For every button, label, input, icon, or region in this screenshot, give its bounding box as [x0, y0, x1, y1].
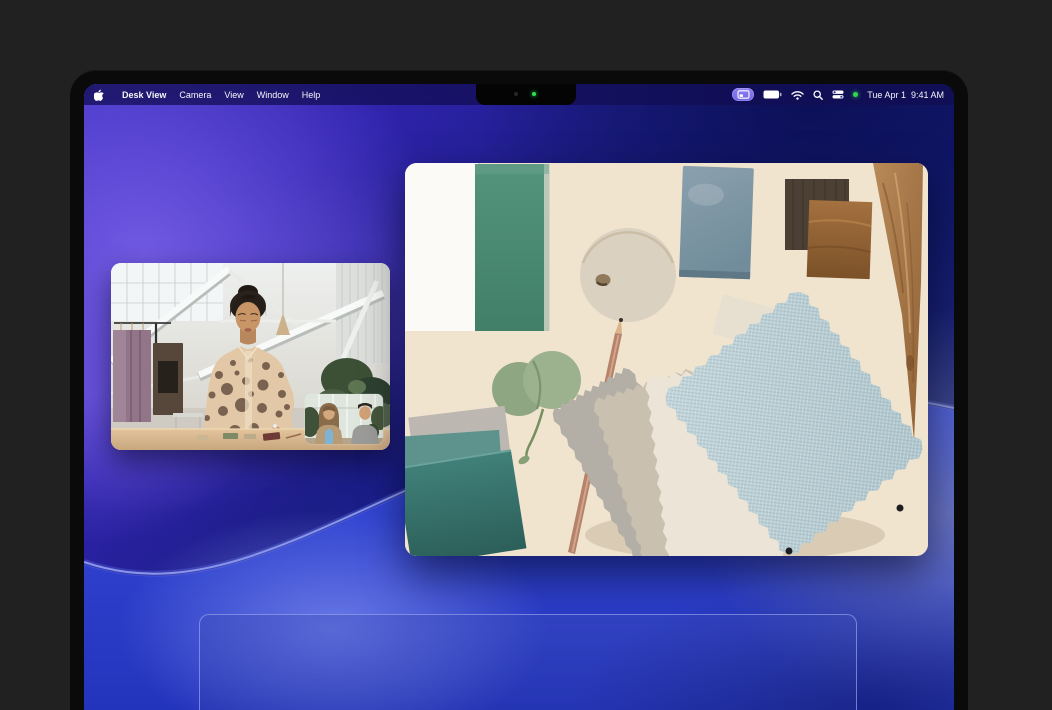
notch-camera-led [532, 92, 536, 96]
menu-app-name[interactable]: Desk View [122, 90, 166, 100]
camera-notch [476, 84, 576, 105]
blue-gray-tile [679, 166, 754, 279]
teal-tile [475, 164, 550, 331]
brown-wood-sample [807, 200, 873, 279]
menu-item-window[interactable]: Window [257, 90, 289, 100]
macbook-display: Desk View Camera View Window Help Tue Ap… [0, 0, 1052, 622]
notch-camera-lens [514, 92, 518, 96]
cabinet [153, 343, 183, 415]
pip-thumbnail[interactable] [300, 394, 389, 444]
desk-view-window[interactable] [405, 163, 928, 556]
display-bezel: Desk View Camera View Window Help Tue Ap… [70, 70, 968, 710]
camera-in-use-dot [853, 92, 858, 97]
apple-menu[interactable] [94, 89, 104, 101]
video-indicator-pill[interactable] [732, 88, 754, 101]
menu-item-view[interactable]: View [224, 90, 243, 100]
felt-disc [580, 228, 676, 322]
menu-item-help[interactable]: Help [302, 90, 321, 100]
battery-icon[interactable] [763, 90, 782, 99]
facetime-video-scene [111, 263, 390, 450]
apple-logo-icon [94, 89, 104, 101]
menu-bar-clock[interactable]: Tue Apr 1 9:41 AM [867, 90, 944, 100]
desk-view-window-icon [737, 90, 750, 99]
white-paper-sample [405, 163, 479, 331]
background-window-edge[interactable] [199, 614, 857, 710]
snap-button [897, 505, 904, 512]
menu-item-camera[interactable]: Camera [179, 90, 211, 100]
spotlight-search-icon[interactable] [813, 90, 823, 100]
facetime-window[interactable] [111, 263, 390, 450]
clock-date: Tue Apr 1 [867, 90, 906, 100]
clock-time: 9:41 AM [911, 90, 944, 100]
wifi-icon[interactable] [791, 90, 804, 100]
snap-button [786, 548, 793, 555]
control-center-icon[interactable] [832, 90, 844, 99]
desk-view-scene [405, 163, 928, 556]
desktop: Desk View Camera View Window Help Tue Ap… [84, 84, 954, 710]
